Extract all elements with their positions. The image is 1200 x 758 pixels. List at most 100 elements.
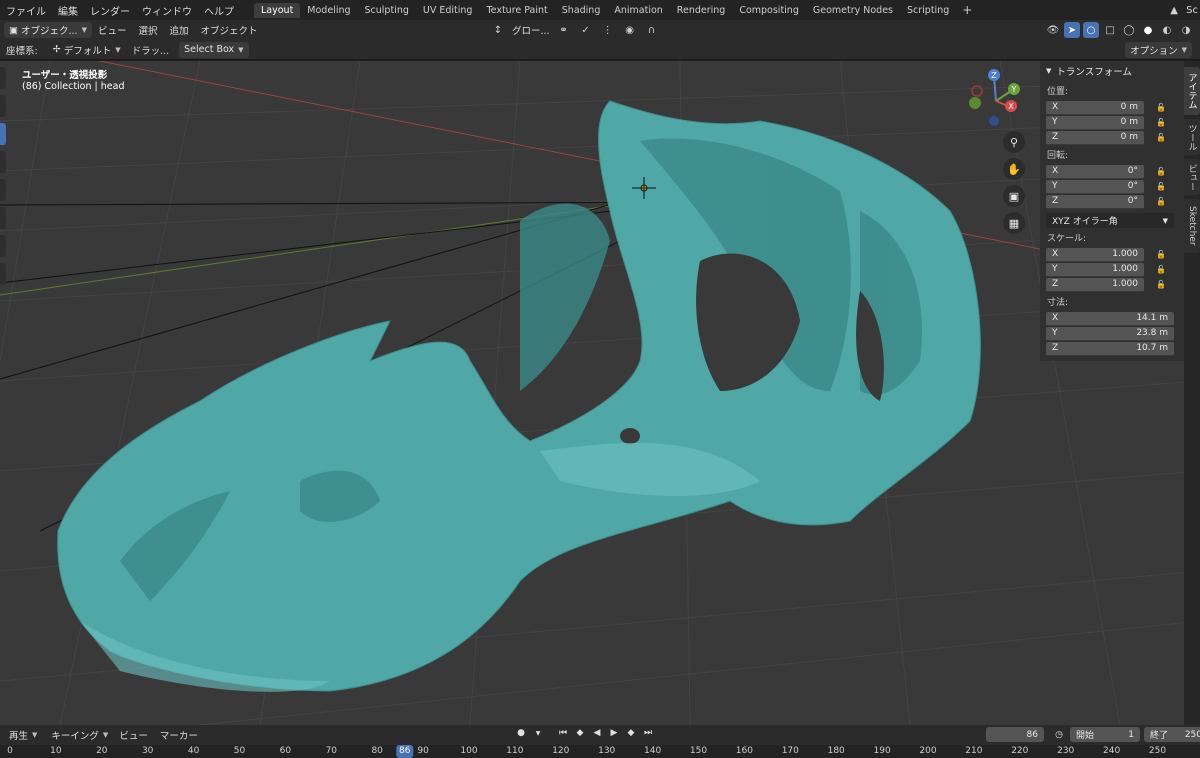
rotation-y-field[interactable]: Y 0° bbox=[1046, 179, 1144, 194]
tool-cursor[interactable] bbox=[0, 67, 6, 89]
gizmo-toggle-icon[interactable]: ➤ bbox=[1064, 22, 1080, 38]
tool-move[interactable] bbox=[0, 95, 6, 117]
rendered-shading-icon[interactable]: ◑ bbox=[1178, 22, 1194, 38]
lock-icon[interactable]: 🔓 bbox=[1153, 103, 1169, 112]
falloff-icon[interactable]: ∩ bbox=[644, 22, 660, 38]
pan-hand-icon[interactable]: ✋ bbox=[1003, 158, 1025, 180]
menu-file[interactable]: ファイル bbox=[0, 3, 52, 18]
material-shading-icon[interactable]: ◐ bbox=[1159, 22, 1175, 38]
tool-annotate[interactable] bbox=[0, 235, 6, 257]
rotation-x-field[interactable]: X 0° bbox=[1046, 164, 1144, 179]
tool-measure[interactable] bbox=[0, 263, 6, 285]
clock-icon[interactable]: ◷ bbox=[1052, 730, 1066, 740]
tab-tool[interactable]: ツール bbox=[1184, 119, 1200, 155]
lock-icon[interactable]: 🔓 bbox=[1153, 250, 1169, 259]
scale-x-field[interactable]: X 1.000 bbox=[1046, 247, 1144, 262]
proportional-edit-icon[interactable]: ◉ bbox=[622, 22, 638, 38]
tool-rotate[interactable] bbox=[0, 151, 6, 173]
tab-uv-editing[interactable]: UV Editing bbox=[416, 3, 480, 18]
rotation-z-field[interactable]: Z 0° bbox=[1046, 194, 1144, 209]
mode-dropdown[interactable]: ▣ オブジェク... ▼ bbox=[4, 22, 92, 38]
tool-scale[interactable] bbox=[0, 179, 6, 201]
ortho-grid-icon[interactable]: ▦ bbox=[1003, 212, 1025, 234]
solid-shading-icon[interactable]: ● bbox=[1140, 22, 1156, 38]
location-y-field[interactable]: Y 0 m bbox=[1046, 115, 1144, 130]
play-reverse-icon[interactable]: ◀ bbox=[590, 728, 604, 738]
start-frame-field[interactable]: 開始 1 bbox=[1070, 727, 1140, 742]
overlay-toggle-icon[interactable]: ○ bbox=[1083, 22, 1099, 38]
camera-view-icon[interactable]: ▣ bbox=[1003, 185, 1025, 207]
location-z-field[interactable]: Z 0 m bbox=[1046, 130, 1144, 145]
tab-rendering[interactable]: Rendering bbox=[670, 3, 733, 18]
record-icon[interactable]: ● bbox=[514, 728, 528, 738]
tab-geometry-nodes[interactable]: Geometry Nodes bbox=[806, 3, 900, 18]
pivot-icon[interactable]: ⚭ bbox=[556, 22, 572, 38]
jump-start-icon[interactable]: ⏮ bbox=[556, 728, 570, 738]
tab-texture-paint[interactable]: Texture Paint bbox=[479, 3, 554, 18]
zoom-icon[interactable]: ⚲ bbox=[1003, 131, 1025, 153]
play-icon[interactable]: ▶ bbox=[607, 728, 621, 738]
snap-icon[interactable]: ✓ bbox=[578, 22, 594, 38]
dimensions-y-field[interactable]: Y 23.8 m bbox=[1046, 326, 1174, 341]
3d-viewport[interactable]: Z Y X ユーザー・透視投影 (86) Collection | head ⚲… bbox=[0, 61, 1200, 725]
header-center-tools: ↕ グロー... ⚭ ✓ ⋮ ◉ ∩ bbox=[490, 22, 660, 38]
menu-window[interactable]: ウィンドウ bbox=[136, 3, 198, 18]
menu-render[interactable]: レンダー bbox=[84, 3, 136, 18]
menu-add[interactable]: 追加 bbox=[163, 23, 194, 37]
menu-help[interactable]: ヘルプ bbox=[198, 3, 240, 18]
jump-end-icon[interactable]: ⏭ bbox=[641, 728, 655, 738]
scene-icon[interactable]: ▲ bbox=[1166, 2, 1182, 18]
select-box-dropdown[interactable]: Select Box ▼ bbox=[179, 41, 249, 58]
lock-icon[interactable]: 🔓 bbox=[1153, 133, 1169, 142]
timeline-ruler[interactable]: 0 10 20 30 40 50 60 70 80 90 100 110 120 130 140 150 160… bbox=[0, 745, 1200, 758]
scale-z-field[interactable]: Z 1.000 bbox=[1046, 277, 1144, 292]
tab-item[interactable]: アイテム bbox=[1184, 67, 1200, 115]
options-dropdown[interactable]: オプション ▼ bbox=[1125, 42, 1192, 58]
timeline-marker-menu[interactable]: マーカー bbox=[154, 728, 204, 742]
tab-compositing[interactable]: Compositing bbox=[732, 3, 806, 18]
current-frame-field[interactable]: 86 bbox=[986, 727, 1044, 742]
add-workspace-button[interactable]: + bbox=[956, 3, 978, 17]
lock-icon[interactable]: 🔓 bbox=[1153, 197, 1169, 206]
tab-shading[interactable]: Shading bbox=[555, 3, 608, 18]
menu-view[interactable]: ビュー bbox=[92, 23, 133, 37]
tab-animation[interactable]: Animation bbox=[607, 3, 669, 18]
tool-transform[interactable] bbox=[0, 207, 6, 229]
lock-icon[interactable]: 🔓 bbox=[1153, 265, 1169, 274]
transform-orientation-dropdown[interactable]: グロー... bbox=[512, 23, 550, 37]
tool-select-box[interactable] bbox=[0, 123, 6, 145]
current-frame-indicator[interactable]: 86 bbox=[396, 745, 414, 758]
playback-dropdown[interactable]: 再生 ▼ bbox=[4, 727, 43, 743]
scene-selector[interactable]: Sc bbox=[1186, 5, 1198, 16]
menu-object[interactable]: オブジェクト bbox=[195, 23, 264, 37]
rotation-mode-dropdown[interactable]: XYZ オイラー角 ▼ bbox=[1046, 213, 1174, 228]
timeline-view-menu[interactable]: ビュー bbox=[113, 728, 154, 742]
lock-icon[interactable]: 🔓 bbox=[1153, 118, 1169, 127]
visibility-icon[interactable]: 👁 bbox=[1045, 22, 1061, 38]
tab-scripting[interactable]: Scripting bbox=[900, 3, 956, 18]
lock-icon[interactable]: 🔓 bbox=[1153, 182, 1169, 191]
scale-y-field[interactable]: Y 1.000 bbox=[1046, 262, 1144, 277]
prev-keyframe-icon[interactable]: ◆ bbox=[573, 728, 587, 738]
orientation-dropdown[interactable]: ✢ デフォルト ▼ bbox=[47, 41, 126, 58]
lock-icon[interactable]: 🔓 bbox=[1153, 280, 1169, 289]
chevron-down-icon[interactable]: ▼ bbox=[531, 730, 545, 737]
transform-section-header[interactable]: ▼ トランスフォーム bbox=[1040, 61, 1184, 81]
keying-dropdown[interactable]: キーイング ▼ bbox=[46, 727, 114, 743]
next-keyframe-icon[interactable]: ◆ bbox=[624, 728, 638, 738]
tab-modeling[interactable]: Modeling bbox=[300, 3, 357, 18]
wireframe-shading-icon[interactable]: ◯ bbox=[1121, 22, 1137, 38]
end-frame-field[interactable]: 終了 250 bbox=[1144, 727, 1200, 742]
snap-increment-icon[interactable]: ⋮ bbox=[600, 22, 616, 38]
xray-icon[interactable]: □ bbox=[1102, 22, 1118, 38]
tab-sketcher[interactable]: Sketcher bbox=[1184, 199, 1200, 253]
location-x-field[interactable]: X 0 m bbox=[1046, 100, 1144, 115]
dimensions-x-field[interactable]: X 14.1 m bbox=[1046, 311, 1174, 326]
lock-icon[interactable]: 🔓 bbox=[1153, 167, 1169, 176]
menu-edit[interactable]: 編集 bbox=[52, 3, 84, 18]
menu-select[interactable]: 選択 bbox=[132, 23, 163, 37]
tab-layout[interactable]: Layout bbox=[254, 2, 301, 18]
tab-view[interactable]: ビュー bbox=[1184, 159, 1200, 195]
dimensions-z-field[interactable]: Z 10.7 m bbox=[1046, 341, 1174, 356]
tab-sculpting[interactable]: Sculpting bbox=[358, 3, 416, 18]
